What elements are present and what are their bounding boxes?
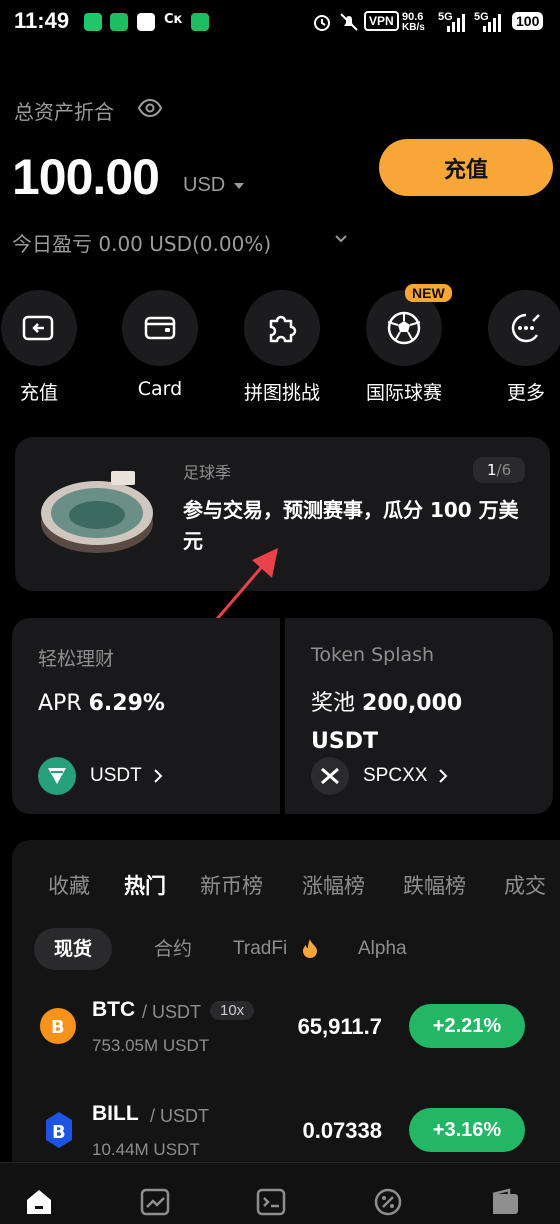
alarm-icon xyxy=(314,15,330,31)
net-speed-value: 90.6 xyxy=(402,11,424,23)
banner-pager: 1/6 xyxy=(473,457,526,483)
wechat-icon xyxy=(191,13,209,31)
status-time: 11:49 xyxy=(14,8,70,33)
token-splash-card[interactable]: Token Splash 奖池 200,000 USDT SPCXX xyxy=(285,618,553,814)
total-assets-label: 总资产折合 xyxy=(14,100,114,124)
deposit-icon xyxy=(1,290,77,366)
card-wallet-icon xyxy=(122,290,198,366)
quick-action-puzzle[interactable]: 拼图挑战 xyxy=(243,290,321,405)
chevron-right-icon[interactable] xyxy=(152,768,164,784)
wallet-icon[interactable] xyxy=(488,1185,522,1219)
pool-unit: USDT xyxy=(311,729,378,754)
pool-label: 奖池 xyxy=(311,691,356,716)
earn-coin-link[interactable]: USDT xyxy=(90,765,142,787)
btc-coin-icon: B xyxy=(40,1008,76,1044)
tab-gainers[interactable]: 涨幅榜 xyxy=(302,870,365,900)
bill-coin-icon: B xyxy=(46,1112,72,1148)
market-row[interactable]: B BTC / USDT 10x 753.05M USDT 65,911.7 +… xyxy=(12,998,560,1078)
earn-title: 轻松理财 xyxy=(38,648,115,670)
splash-coin-link[interactable]: SPCXX xyxy=(363,765,427,787)
quick-action-more[interactable]: 更多 xyxy=(487,290,560,405)
currency-selector[interactable]: USD xyxy=(183,174,225,197)
quick-action-label: 更多 xyxy=(506,382,545,404)
quick-action-label: 国际球赛 xyxy=(365,382,442,404)
caret-down-icon[interactable] xyxy=(234,183,244,189)
pair-price: 0.07338 xyxy=(302,1118,382,1143)
svg-text:B: B xyxy=(52,1122,66,1143)
quick-action-deposit[interactable]: 充值 xyxy=(0,290,78,405)
tab-hot[interactable]: 热门 xyxy=(124,870,166,900)
market-icon[interactable] xyxy=(138,1185,172,1219)
subtab-alpha[interactable]: Alpha xyxy=(358,928,407,970)
splash-title: Token Splash xyxy=(311,644,435,666)
splash-pool: 奖池 200,000 USDT xyxy=(311,685,531,761)
quick-action-label: Card xyxy=(137,378,183,400)
futures-icon[interactable] xyxy=(371,1185,405,1219)
price-change: +3.16% xyxy=(409,1108,525,1152)
usdt-coin-icon xyxy=(38,757,76,795)
tab-volume[interactable]: 成交 xyxy=(504,870,546,900)
chevron-down-icon[interactable] xyxy=(334,232,348,246)
battery-indicator: 100 xyxy=(512,12,544,30)
price-change: +2.21% xyxy=(409,1004,525,1048)
pair-volume: 10.44M USDT xyxy=(92,1140,200,1159)
quick-action-label: 充值 xyxy=(19,382,58,404)
quick-action-label: 拼图挑战 xyxy=(243,382,320,404)
new-badge: NEW xyxy=(405,284,452,302)
pair-symbol: BTC xyxy=(92,998,136,1021)
tab-losers[interactable]: 跌幅榜 xyxy=(403,870,466,900)
wechat-icon xyxy=(110,13,128,31)
home-icon[interactable] xyxy=(22,1185,56,1219)
apr-label: APR xyxy=(38,691,82,716)
pager-total: /6 xyxy=(496,461,512,479)
earn-apr: APR 6.29% xyxy=(38,685,165,723)
vpn-badge: VPN xyxy=(364,11,399,31)
pair-symbol: BILL xyxy=(92,1102,139,1125)
notification-app-icon xyxy=(84,13,102,31)
pair-quote: / USDT xyxy=(142,1002,202,1022)
pair-quote: / USDT xyxy=(150,1106,210,1126)
pager-current: 1 xyxy=(487,461,497,479)
chevron-right-icon[interactable] xyxy=(437,768,449,784)
bottom-navigation xyxy=(0,1162,560,1224)
signal-icon xyxy=(447,14,465,32)
quick-action-card[interactable]: Card xyxy=(121,290,199,400)
more-icon xyxy=(488,290,560,366)
fire-icon xyxy=(303,939,317,958)
signal-icon xyxy=(483,14,501,32)
banner-tag: 足球季 xyxy=(183,463,232,482)
app-icon: Cк xyxy=(164,12,183,27)
total-balance: 100.00 xyxy=(12,149,160,205)
tab-favorites[interactable]: 收藏 xyxy=(48,870,90,900)
spcxx-coin-icon xyxy=(311,757,349,795)
pair-volume: 753.05M USDT xyxy=(92,1036,210,1055)
status-bar: 11:49 Cк VPN 90.6 KB/s 5G 5G 100 xyxy=(0,0,560,44)
tab-new-listings[interactable]: 新币榜 xyxy=(200,870,263,900)
puzzle-icon xyxy=(244,290,320,366)
apr-value: 6.29% xyxy=(88,691,165,716)
subtab-spot[interactable]: 现货 xyxy=(34,928,113,970)
svg-text:B: B xyxy=(51,1017,65,1037)
quick-action-football[interactable]: 国际球赛 xyxy=(365,290,443,405)
gmail-icon xyxy=(137,13,155,31)
subtab-tradfi[interactable]: TradFi xyxy=(233,928,287,970)
net-speed-unit: KB/s xyxy=(402,22,425,33)
subtab-futures[interactable]: 合约 xyxy=(154,928,192,970)
recharge-button[interactable]: 充值 xyxy=(379,139,553,196)
earn-card[interactable]: 轻松理财 APR 6.29% USDT xyxy=(12,618,280,814)
pair-price: 65,911.7 xyxy=(297,1014,382,1039)
leverage-badge: 10x xyxy=(210,1001,255,1020)
eye-icon[interactable] xyxy=(138,97,162,119)
pool-value: 200,000 xyxy=(362,691,463,716)
trade-icon[interactable] xyxy=(254,1185,288,1219)
mute-icon xyxy=(340,13,358,31)
today-pnl[interactable]: 今日盈亏 0.00 USD(0.00%) xyxy=(12,228,271,257)
